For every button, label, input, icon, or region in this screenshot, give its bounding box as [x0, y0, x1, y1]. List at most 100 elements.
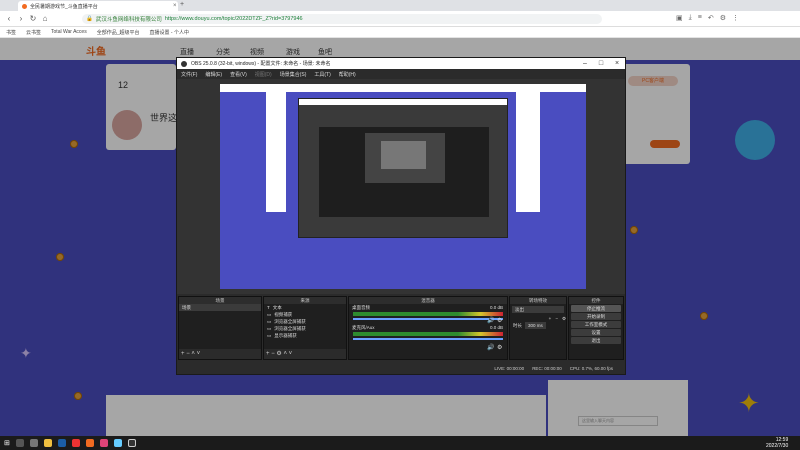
search-icon[interactable] [15, 439, 24, 447]
file-explorer-icon[interactable] [43, 439, 52, 447]
duration-input[interactable]: 300 ms [525, 322, 546, 329]
browser-source-icon: ▭ [267, 319, 272, 324]
obs-app-icon[interactable] [127, 439, 136, 447]
channel-settings-icon[interactable]: ⚙ [497, 344, 502, 351]
source-label: 浏览器全屏捕获 [274, 326, 306, 331]
maximize-icon[interactable]: □ [593, 60, 609, 67]
douyu-app-icon[interactable] [85, 439, 94, 447]
bookmark-item[interactable]: 云书签 [26, 29, 41, 36]
source-item[interactable]: ▭ 显示器捕获 [264, 332, 346, 339]
channel-db: 0.0 dB [489, 305, 503, 310]
channel-settings-icon[interactable]: ⚙ [497, 317, 502, 324]
controls-dock: 控件 停止推流 开始录制 工作室模式 设置 退出 [568, 296, 624, 360]
bookmark-item[interactable]: 全部作品_超级平台 [97, 29, 140, 36]
menu-edit[interactable]: 编辑(E) [205, 71, 222, 78]
transition-select[interactable]: 淡出 [512, 306, 564, 313]
menu-scene-collection[interactable]: 场景集合(S) [280, 71, 307, 78]
volume-slider[interactable] [353, 318, 503, 320]
home-icon[interactable]: ⌂ [40, 14, 50, 23]
url-bar[interactable]: 🔒 武汉斗鱼网络科技有限公司 https://www.douyu.com/top… [82, 14, 602, 24]
forward-icon[interactable]: › [16, 14, 26, 23]
camera-source-icon: ▭ [267, 312, 272, 317]
close-icon[interactable]: × [609, 60, 625, 67]
channel-name: 麦克风/Aux [352, 325, 375, 330]
mixer-channel: 麦克风/Aux 0.0 dB [349, 324, 507, 331]
steam-icon[interactable] [57, 439, 66, 447]
captured-left-panel [266, 92, 286, 212]
studio-mode-button[interactable]: 工作室模式 [571, 321, 621, 328]
add-scene-icon[interactable]: + [181, 351, 185, 357]
add-source-icon[interactable]: + [266, 351, 270, 357]
app-icon[interactable] [71, 439, 80, 447]
move-up-icon[interactable]: ˄ [191, 351, 195, 357]
settings-icon[interactable]: ⚙ [720, 14, 726, 22]
obs-preview[interactable] [177, 79, 625, 294]
stop-streaming-button[interactable]: 停止推流 [571, 305, 621, 312]
captured-browser-bar [220, 84, 586, 92]
menu-tools[interactable]: 工具(T) [314, 71, 330, 78]
move-down-icon[interactable]: ˅ [197, 351, 201, 357]
nested-obs-window [298, 98, 508, 238]
download-icon[interactable]: ⤓ [689, 14, 692, 22]
back-icon[interactable]: ‹ [4, 14, 14, 23]
cpu-status: CPU: 0.7%, 60.00 fps [569, 365, 613, 371]
menu-file[interactable]: 文件(F) [181, 71, 197, 78]
exit-button[interactable]: 退出 [571, 337, 621, 344]
app-icon[interactable] [99, 439, 108, 447]
volume-meter [353, 312, 503, 316]
source-label: 浏览器全屏捕获 [274, 319, 306, 324]
transition-settings-icon[interactable]: ⚙ [562, 315, 566, 322]
more-icon[interactable]: ⋮ [732, 14, 739, 22]
bookmark-item[interactable]: 书签 [6, 29, 16, 36]
windows-taskbar: ⊞ [0, 436, 800, 450]
menu-help[interactable]: 帮助(H) [339, 71, 356, 78]
volume-slider[interactable] [353, 338, 503, 340]
settings-button[interactable]: 设置 [571, 329, 621, 336]
menu-view[interactable]: 查看(V) [230, 71, 247, 78]
duration-row: 时长 300 ms [510, 322, 566, 329]
add-transition-icon[interactable]: + [549, 315, 552, 322]
scenes-dock: 场景 场景 + − ˄ ˅ [178, 296, 262, 360]
new-tab-icon[interactable]: + [180, 1, 184, 8]
mixer-channel: 桌面音频 0.0 dB [349, 304, 507, 311]
close-tab-icon[interactable]: × [173, 3, 177, 9]
menu-icon[interactable]: ≡ [698, 14, 702, 22]
site-identity: 武汉斗鱼网络科技有限公司 [95, 17, 162, 23]
start-menu-icon[interactable]: ⊞ [4, 439, 10, 447]
remove-scene-icon[interactable]: − [186, 351, 190, 357]
move-up-icon[interactable]: ˄ [283, 351, 287, 357]
remove-source-icon[interactable]: − [271, 351, 275, 357]
browser-app-icon[interactable] [113, 439, 122, 447]
source-item[interactable]: ▭ 浏览器全屏捕获 [264, 325, 346, 332]
undo-icon[interactable]: ↶ [708, 14, 714, 22]
source-item[interactable]: T 文本 [264, 304, 346, 311]
browser-tab[interactable]: 全民暑期游戏节_斗鱼直播平台 × [18, 1, 178, 11]
taskbar-clock[interactable]: 12:59 2022/7/30 [766, 437, 788, 449]
reload-icon[interactable]: ↻ [28, 14, 38, 23]
captured-right-panel [516, 92, 540, 212]
menu-profile[interactable]: 视图(D) [255, 71, 272, 78]
nested-titlebar [299, 99, 507, 105]
speaker-icon[interactable]: 🔊 [487, 317, 494, 324]
start-recording-button[interactable]: 开始录制 [571, 313, 621, 320]
source-item[interactable]: ▭ 视频捕获 [264, 311, 346, 318]
speaker-icon[interactable]: 🔊 [487, 344, 494, 351]
bookmark-item[interactable]: 直播设置 - 个人中 [150, 29, 189, 36]
url-text: https://www.douyu.com/topic/2022DTZF_Z?r… [164, 16, 303, 22]
bookmark-item[interactable]: Total War Acces [51, 29, 87, 35]
lock-icon: 🔒 [86, 16, 93, 22]
douyu-favicon-icon [22, 3, 27, 9]
source-settings-icon[interactable]: ⚙ [276, 351, 281, 357]
transitions-dock: 转场特效 淡出 + − ⚙ 时长 300 ms [509, 296, 567, 360]
source-item[interactable]: ▭ 浏览器全屏捕获 [264, 318, 346, 325]
nested-preview-3 [381, 141, 426, 169]
remove-transition-icon[interactable]: − [555, 315, 558, 322]
obs-statusbar: LIVE: 00:00:00 REC: 00:00:00 CPU: 0.7%, … [177, 362, 625, 374]
task-view-icon[interactable] [29, 439, 38, 447]
move-down-icon[interactable]: ˅ [289, 351, 293, 357]
scene-item[interactable]: 场景 [179, 304, 261, 311]
clock-date: 2022/7/30 [766, 443, 789, 449]
live-status: LIVE: 00:00:00 [494, 365, 525, 371]
extension-icon[interactable]: ▣ [676, 14, 683, 22]
minimize-icon[interactable]: – [577, 60, 593, 67]
